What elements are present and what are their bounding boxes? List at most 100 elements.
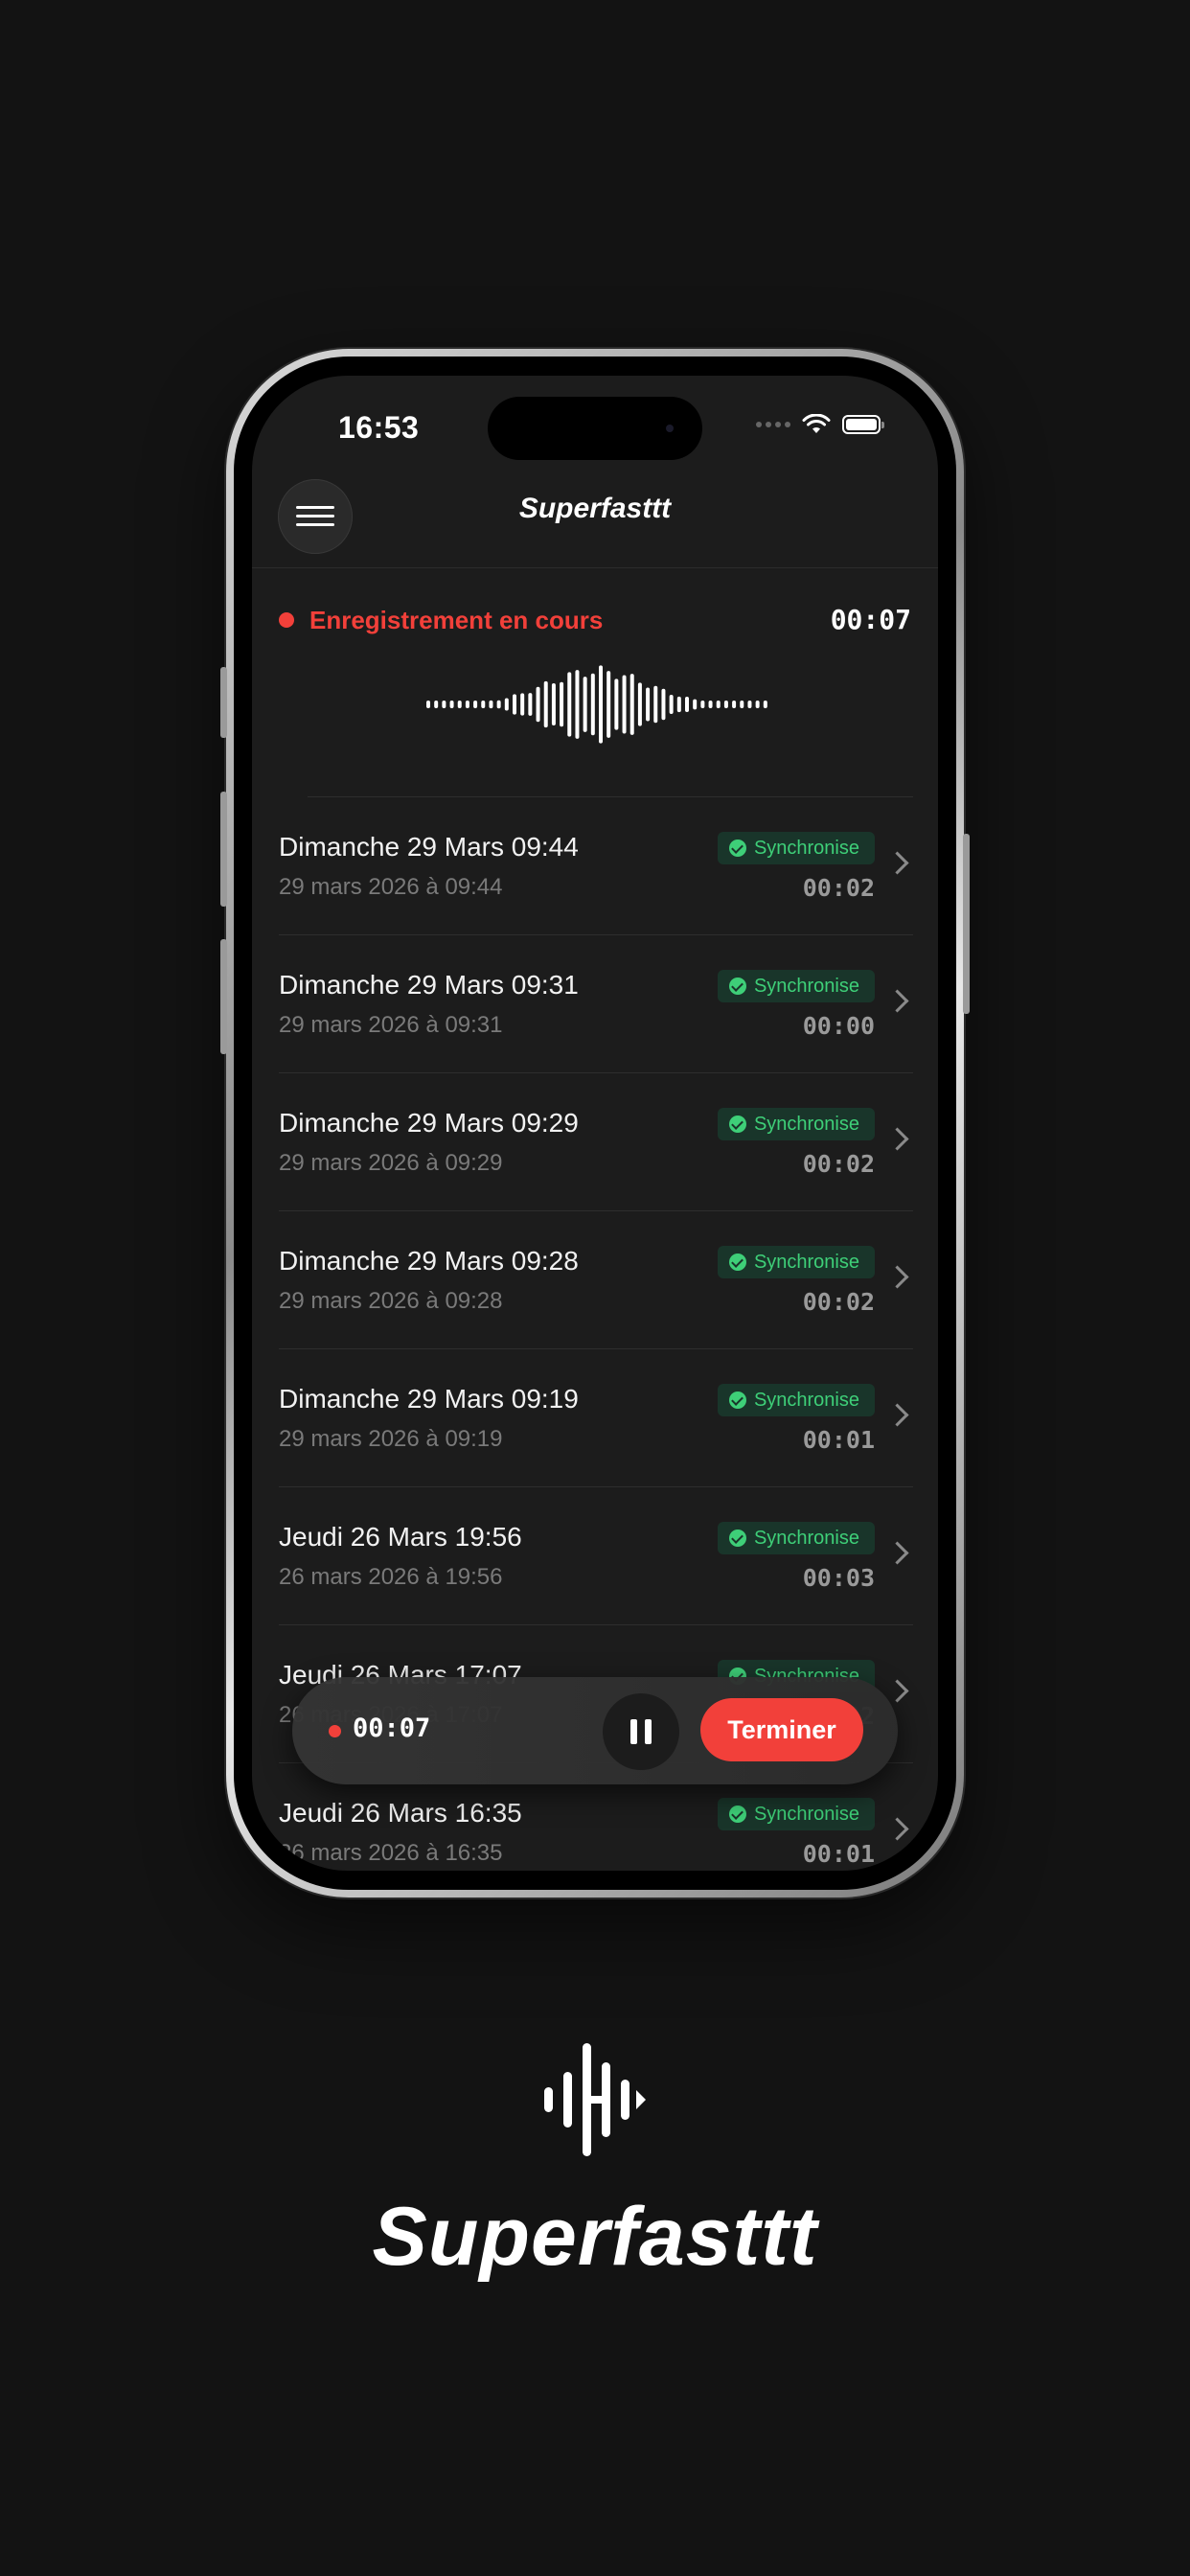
waveform-bar [693, 699, 698, 710]
recording-row[interactable]: Jeudi 26 Mars 19:56 26 mars 2026 à 19:56 S… [252, 1487, 938, 1625]
sync-status-badge: Synchronise [717, 1384, 875, 1416]
waveform-bar [708, 701, 713, 708]
waveform-bar [442, 701, 446, 708]
check-circle-icon [728, 1392, 746, 1409]
waveform-bar [536, 686, 540, 723]
waveform-bar [622, 675, 627, 734]
waveform-bar [481, 701, 486, 708]
sync-status-badge: Synchronise [717, 1108, 875, 1140]
recording-date: 29 mars 2026 à 09:28 [279, 1288, 503, 1314]
waveform-bar [653, 685, 658, 724]
waveform-bar [732, 701, 737, 708]
recording-date: 29 mars 2026 à 09:44 [279, 874, 503, 900]
app-header: Superfasttt [252, 472, 938, 568]
waveform-bar [567, 672, 572, 737]
waveform-bar [606, 671, 611, 738]
chevron-right-icon [885, 1679, 909, 1703]
recording-title: Jeudi 26 Mars 19:56 [279, 1522, 522, 1552]
pause-button[interactable] [603, 1693, 679, 1770]
chevron-right-icon [885, 1817, 909, 1841]
waveform-bar [434, 701, 439, 708]
recording-date: 26 mars 2026 à 16:35 [279, 1840, 503, 1866]
player-recording-dot [329, 1725, 341, 1737]
waveform-bar [669, 695, 674, 714]
waveform-bar [747, 701, 752, 708]
waveform-bar [685, 697, 689, 712]
chevron-right-icon [885, 1403, 909, 1427]
recording-duration: 00:01 [802, 1426, 875, 1454]
waveform-bar [520, 693, 525, 716]
waveform-bar [599, 665, 603, 744]
app-screen: 16:53 Superfasttt Enregistrement en cour… [252, 376, 938, 1871]
recording-title: Dimanche 29 Mars 09:44 [279, 832, 579, 862]
brand-name: Superfasttt [372, 2191, 818, 2283]
waveform-visualizer [426, 665, 767, 744]
waveform-bar [755, 701, 760, 708]
battery-icon [842, 415, 884, 434]
cellular-signal-icon [756, 422, 790, 427]
recording-date: 29 mars 2026 à 09:29 [279, 1150, 503, 1176]
end-recording-button[interactable]: Terminer [700, 1698, 863, 1761]
recording-duration: 00:02 [802, 1150, 875, 1178]
sync-status-badge: Synchronise [717, 1798, 875, 1830]
recording-row[interactable]: Dimanche 29 Mars 09:44 29 mars 2026 à 09:… [252, 797, 938, 935]
waveform-bar [457, 701, 462, 708]
waveform-bar [496, 700, 501, 709]
check-circle-icon [728, 840, 746, 857]
recording-row[interactable]: Dimanche 29 Mars 09:19 29 mars 2026 à 09:… [252, 1349, 938, 1487]
sync-status-badge: Synchronise [717, 970, 875, 1002]
check-circle-icon [728, 1530, 746, 1547]
waveform-bar [473, 701, 478, 708]
waveform-bar [661, 688, 666, 721]
soundwave-logo-icon [544, 2043, 646, 2156]
waveform-bar [489, 700, 493, 709]
recording-row[interactable]: Dimanche 29 Mars 09:28 29 mars 2026 à 09:… [252, 1211, 938, 1349]
waveform-bar [700, 701, 705, 708]
status-time: 16:53 [338, 410, 420, 445]
waveform-bar [676, 696, 681, 713]
check-circle-icon [728, 1806, 746, 1823]
waveform-bar [716, 701, 721, 708]
recording-row[interactable]: Dimanche 29 Mars 09:29 29 mars 2026 à 09:… [252, 1073, 938, 1211]
recording-player-bar: 00:07 Terminer [292, 1677, 898, 1784]
volume-down-button [220, 939, 227, 1054]
waveform-bar [763, 701, 767, 708]
sync-status-label: Synchronise [753, 1251, 859, 1273]
waveform-bar [504, 698, 509, 711]
waveform-bar [614, 678, 619, 730]
waveform-bar [575, 670, 580, 739]
sync-status-label: Synchronise [753, 1527, 859, 1549]
waveform-bar [723, 701, 728, 708]
sync-status-label: Synchronise [753, 1389, 859, 1411]
waveform-bar [528, 693, 533, 716]
recording-duration: 00:03 [802, 1564, 875, 1592]
waveform-bar [426, 701, 430, 708]
chevron-right-icon [885, 989, 909, 1013]
waveform-bar [740, 701, 744, 708]
waveform-bar [543, 680, 548, 728]
recording-indicator-dot [279, 612, 294, 628]
chevron-right-icon [885, 851, 909, 875]
recording-duration: 00:02 [802, 874, 875, 902]
recording-title: Dimanche 29 Mars 09:29 [279, 1108, 579, 1138]
recording-timer: 00:07 [830, 604, 911, 635]
recording-card: Enregistrement en cours 00:07 [252, 567, 938, 797]
waveform-bar [646, 687, 651, 722]
sync-status-label: Synchronise [753, 1803, 859, 1825]
waveform-bar [513, 694, 516, 715]
pause-icon [630, 1719, 637, 1744]
recording-duration: 00:00 [802, 1012, 875, 1040]
wifi-icon [802, 414, 831, 433]
recording-title: Dimanche 29 Mars 09:31 [279, 970, 579, 1000]
chevron-right-icon [885, 1541, 909, 1565]
dynamic-island [488, 397, 702, 460]
sync-status-label: Synchronise [753, 837, 859, 859]
recording-date: 26 mars 2026 à 19:56 [279, 1564, 503, 1590]
recording-date: 29 mars 2026 à 09:31 [279, 1012, 503, 1038]
recording-date: 29 mars 2026 à 09:19 [279, 1426, 503, 1452]
volume-up-button [220, 792, 227, 907]
chevron-right-icon [885, 1265, 909, 1289]
check-circle-icon [728, 1116, 746, 1133]
recording-row[interactable]: Dimanche 29 Mars 09:31 29 mars 2026 à 09:… [252, 935, 938, 1073]
chevron-right-icon [885, 1127, 909, 1151]
